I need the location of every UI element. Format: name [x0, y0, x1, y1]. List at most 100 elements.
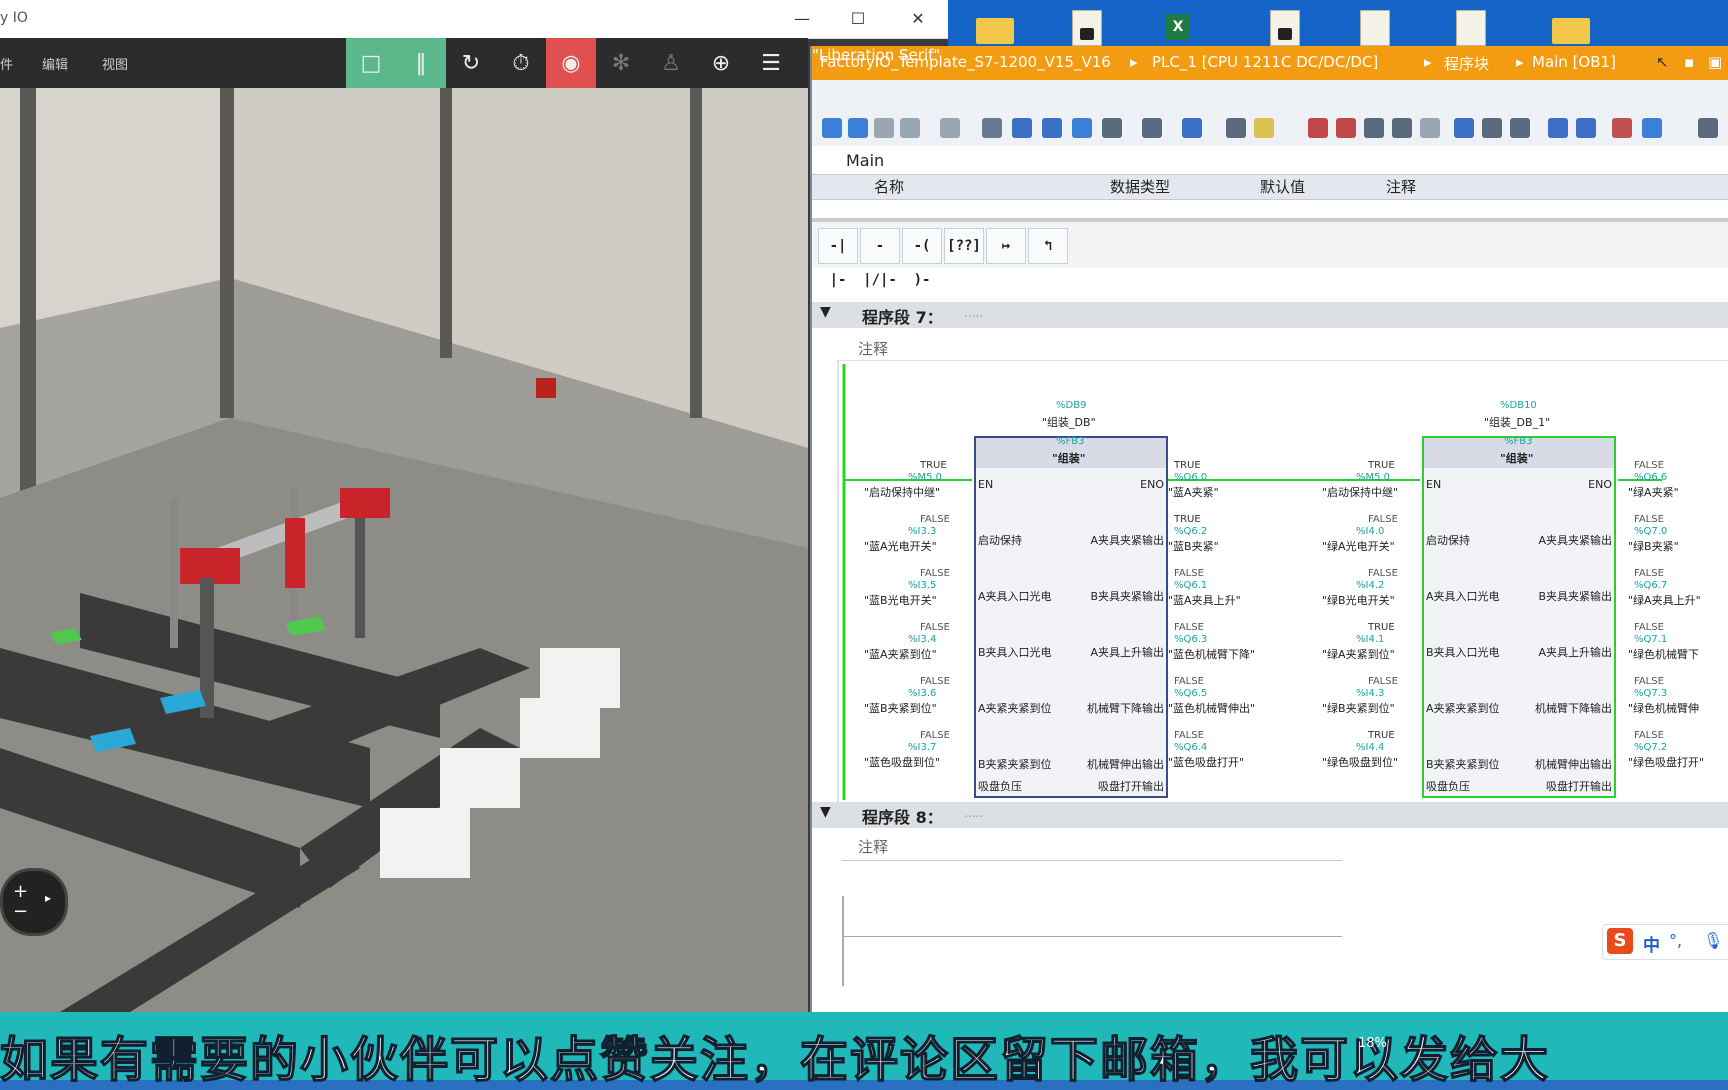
- operand-tag[interactable]: "绿A夹具上升": [1628, 592, 1701, 608]
- operand-tag[interactable]: "蓝A夹紧到位": [864, 646, 937, 662]
- coil-icon[interactable]: -( )-: [902, 228, 942, 288]
- toolbar-icon[interactable]: [900, 118, 920, 138]
- toolbar-icon[interactable]: [1642, 118, 1662, 138]
- comment-icon[interactable]: [1072, 118, 1092, 138]
- toolbar-icon[interactable]: [1698, 118, 1718, 138]
- delete-network-icon[interactable]: [848, 118, 868, 138]
- operand-tag[interactable]: "启动保持中继": [1322, 484, 1398, 500]
- toolbar-icon[interactable]: [1576, 118, 1596, 138]
- fan-icon[interactable]: ✻: [596, 38, 646, 88]
- toolbar-icon[interactable]: [874, 118, 894, 138]
- close-icon[interactable]: ✕: [904, 6, 932, 32]
- fb-block-2[interactable]: EN ENO 启动保持 A夹具入口光电 B夹具入口光电 A夹紧夹紧到位 B夹紧夹…: [1422, 436, 1616, 798]
- network-8-header[interactable]: ▼ 程序段 8： .....: [812, 802, 1728, 828]
- maximize-icon[interactable]: ▣: [1708, 53, 1722, 71]
- header-default[interactable]: 默认值: [1260, 176, 1305, 197]
- menu-edit[interactable]: 编辑: [42, 54, 68, 73]
- close-branch-icon[interactable]: ↰: [1028, 228, 1068, 264]
- toolbar-icon[interactable]: [1102, 118, 1122, 138]
- stop-icon[interactable]: □: [346, 38, 396, 88]
- operand-tag[interactable]: "绿色机械臂下: [1628, 646, 1699, 662]
- empty-box-icon[interactable]: [??]: [944, 228, 984, 264]
- pdf-file-icon[interactable]: [1352, 6, 1396, 46]
- operand-tag[interactable]: "蓝色机械臂伸出": [1168, 700, 1255, 716]
- navigation-joystick[interactable]: + − ▸: [0, 868, 68, 936]
- toolbar-icon[interactable]: [1364, 118, 1384, 138]
- collapse-icon[interactable]: ▼: [820, 804, 831, 820]
- no-contact-icon[interactable]: -| |-: [818, 228, 858, 288]
- interface-empty-row[interactable]: [812, 200, 1728, 219]
- header-comment[interactable]: 注释: [1386, 176, 1416, 197]
- operand-tag[interactable]: "绿色吸盘到位": [1322, 754, 1398, 770]
- toolbar-icon[interactable]: [1308, 118, 1328, 138]
- toolbar-icon[interactable]: [1482, 118, 1502, 138]
- arrow-right-icon[interactable]: ▸: [45, 891, 51, 905]
- operand-tag[interactable]: "蓝色吸盘到位": [864, 754, 940, 770]
- toolbar-icon[interactable]: [940, 118, 960, 138]
- breadcrumb-blocks[interactable]: 程序块: [1444, 53, 1489, 74]
- ime-mode[interactable]: 中: [1643, 931, 1660, 956]
- operand-tag[interactable]: "蓝A夹紧": [1168, 484, 1219, 500]
- breadcrumb-main[interactable]: Main [OB1]: [1532, 53, 1616, 71]
- fb-block-1[interactable]: EN ENO 启动保持 A夹具入口光电 B夹具入口光电 A夹紧夹紧到位 B夹紧夹…: [974, 436, 1168, 798]
- operand-tag[interactable]: "蓝B夹紧到位": [864, 700, 937, 716]
- empty-rung[interactable]: [842, 936, 1342, 937]
- ime-toolbar[interactable]: S 中 °, 🎙: [1602, 924, 1728, 960]
- toolbar-icon[interactable]: [1042, 118, 1062, 138]
- insert-network-icon[interactable]: [822, 118, 842, 138]
- network-7-comment[interactable]: 注释: [858, 338, 888, 359]
- breadcrumb-project[interactable]: FactoryIO_Template_S7-1200_V15_V16: [820, 53, 1111, 71]
- menu-view[interactable]: 视图: [102, 54, 128, 73]
- file-icon[interactable]: [1448, 6, 1492, 46]
- camera-icon[interactable]: ◉: [546, 38, 596, 88]
- operand-tag[interactable]: "启动保持中继": [864, 484, 940, 500]
- collapse-icon[interactable]: ▼: [820, 304, 831, 320]
- toolbar-icon[interactable]: [1336, 118, 1356, 138]
- microphone-icon[interactable]: 🎙: [1703, 931, 1723, 950]
- operand-tag[interactable]: "绿A夹紧": [1628, 484, 1679, 500]
- operand-tag[interactable]: "蓝色机械臂下降": [1168, 646, 1255, 662]
- zoom-in-icon[interactable]: +: [13, 881, 28, 902]
- toolbar-icon[interactable]: [1392, 118, 1412, 138]
- operand-tag[interactable]: "蓝B光电开关": [864, 592, 937, 608]
- person-icon[interactable]: ♙: [646, 38, 696, 88]
- locked-file-icon[interactable]: [1262, 6, 1306, 46]
- open-branch-icon[interactable]: ↦: [986, 228, 1026, 264]
- timer-icon[interactable]: ⏱: [496, 38, 546, 88]
- network-8-comment[interactable]: 注释: [858, 836, 888, 857]
- maximize-icon[interactable]: ☐: [844, 6, 872, 32]
- operand-tag[interactable]: "绿色吸盘打开": [1628, 754, 1704, 770]
- list-icon[interactable]: ☰: [746, 38, 796, 88]
- pause-icon[interactable]: ‖: [396, 38, 446, 88]
- toolbar-icon[interactable]: [1142, 118, 1162, 138]
- operand-tag[interactable]: "绿B夹紧到位": [1322, 700, 1395, 716]
- toolbar-icon[interactable]: [1612, 118, 1632, 138]
- menu-file[interactable]: 件: [0, 54, 13, 73]
- operand-tag[interactable]: "蓝A夹具上升": [1168, 592, 1241, 608]
- operand-tag[interactable]: "绿A光电开关": [1322, 538, 1395, 554]
- zoom-out-icon[interactable]: −: [13, 901, 28, 922]
- operand-tag[interactable]: "绿B夹紧": [1628, 538, 1679, 554]
- operand-tag[interactable]: "蓝A光电开关": [864, 538, 937, 554]
- operand-tag[interactable]: "蓝B夹紧": [1168, 538, 1219, 554]
- toolbar-icon[interactable]: [1420, 118, 1440, 138]
- locked-file-icon[interactable]: [1064, 6, 1108, 46]
- operand-tag[interactable]: "绿色机械臂伸: [1628, 700, 1699, 716]
- target-icon[interactable]: ⊕: [696, 38, 746, 88]
- toolbar-icon[interactable]: [982, 118, 1002, 138]
- operand-tag[interactable]: "蓝色吸盘打开": [1168, 754, 1244, 770]
- toolbar-icon[interactable]: [1548, 118, 1568, 138]
- folder-icon[interactable]: [974, 6, 1018, 46]
- network-7-header[interactable]: ▼ 程序段 7： .....: [812, 302, 1728, 328]
- header-datatype[interactable]: 数据类型: [1110, 176, 1170, 197]
- toolbar-icon[interactable]: [1012, 118, 1032, 138]
- operand-tag[interactable]: "绿A夹紧到位": [1322, 646, 1395, 662]
- excel-file-icon[interactable]: X: [1156, 6, 1200, 46]
- toolbar-icon[interactable]: [1182, 118, 1202, 138]
- folder-icon[interactable]: [1550, 6, 1594, 46]
- header-name[interactable]: 名称: [874, 176, 904, 197]
- breadcrumb-plc[interactable]: PLC_1 [CPU 1211C DC/DC/DC]: [1152, 53, 1378, 71]
- operand-tag[interactable]: "绿B光电开关": [1322, 592, 1395, 608]
- ime-punct[interactable]: °,: [1669, 931, 1682, 950]
- window-tile-icon[interactable]: ▪: [1684, 53, 1694, 71]
